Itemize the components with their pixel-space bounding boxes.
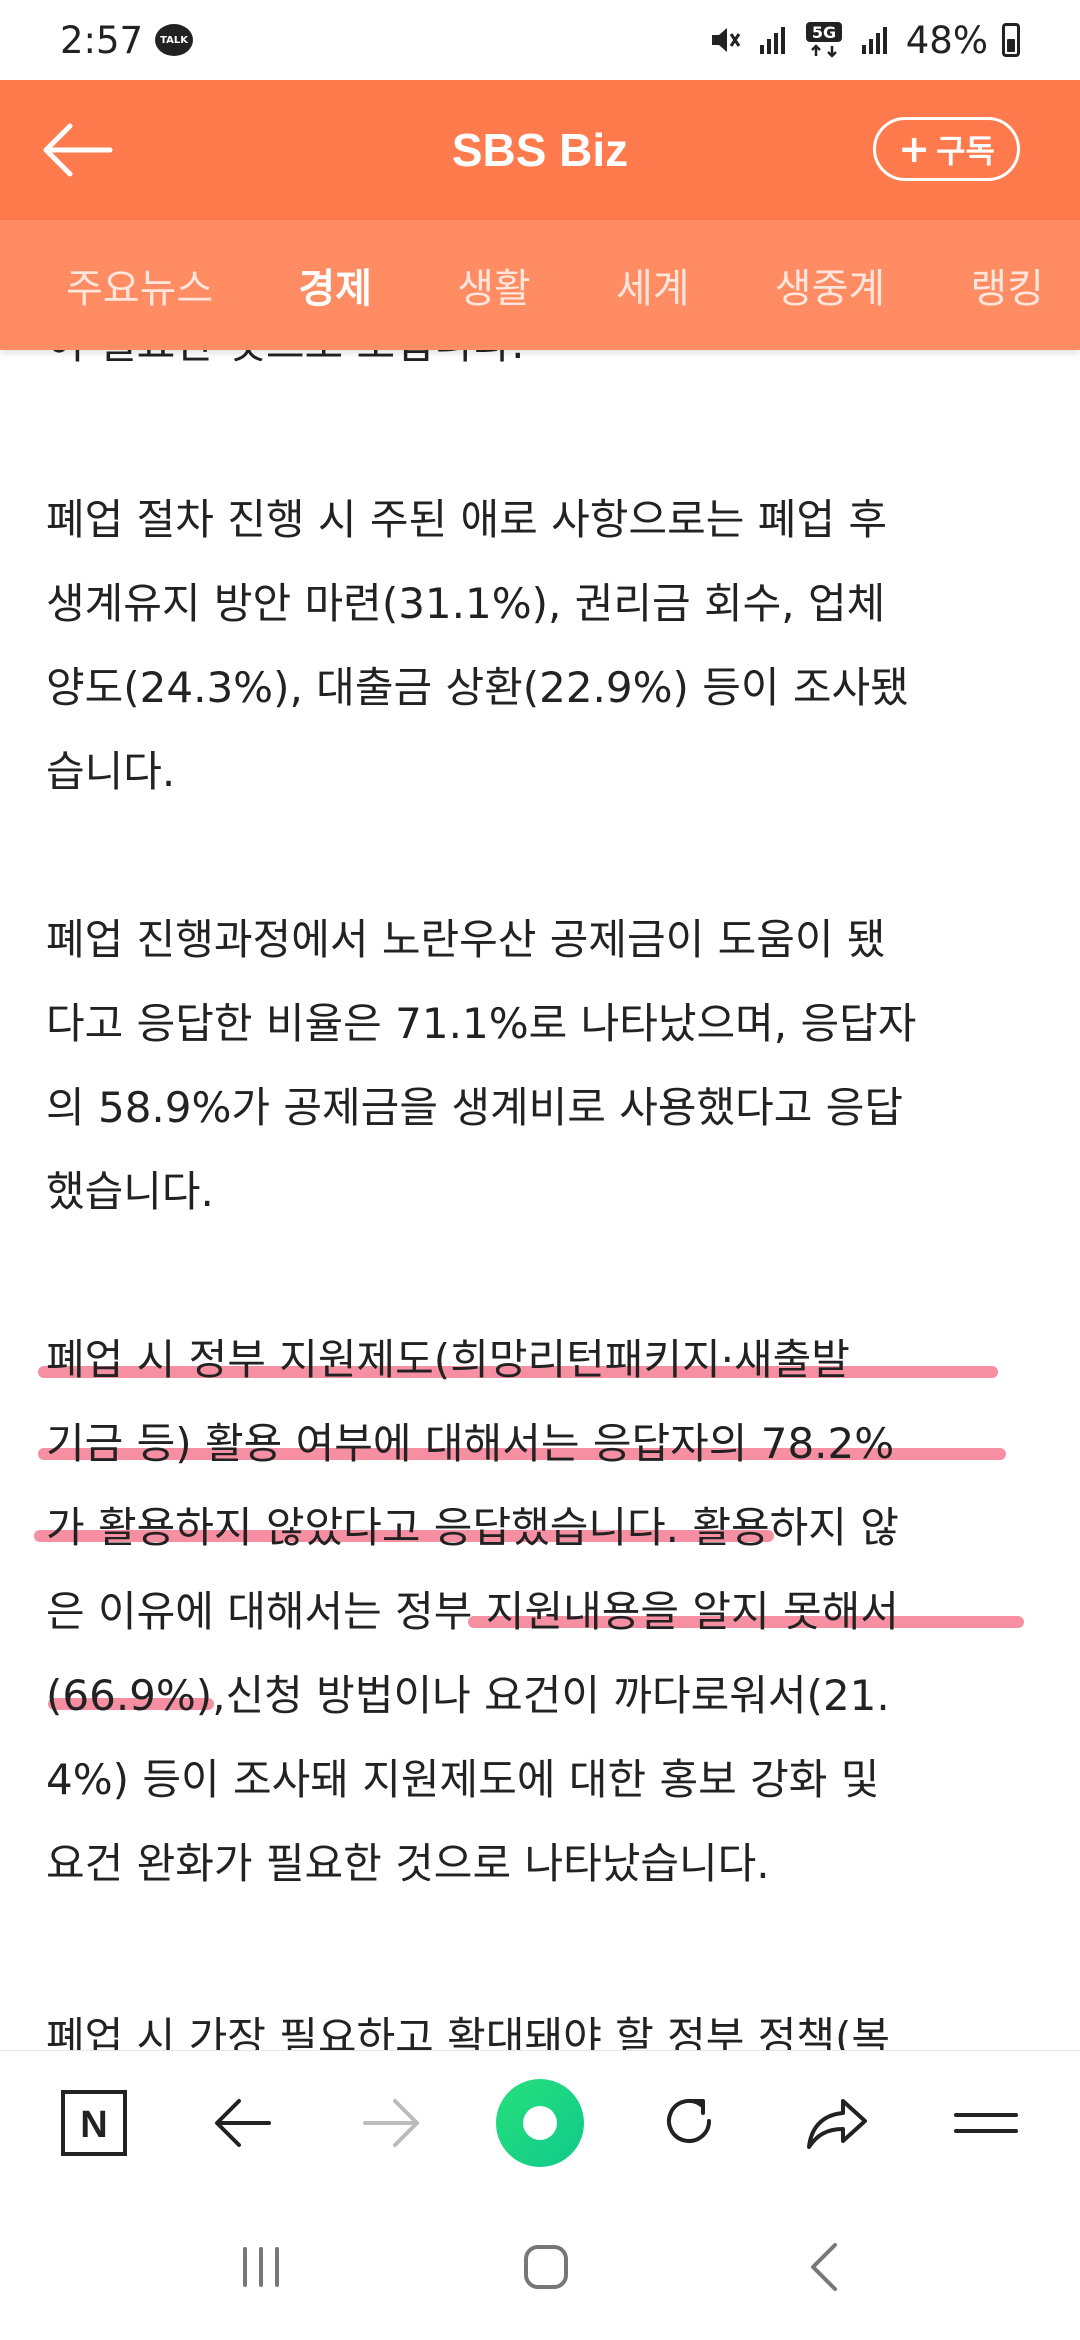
app-header: SBS Biz + 구독 [0, 80, 1080, 220]
article-line: 의 58.9%가 공제금을 생계비로 사용했다고 응답 [46, 1083, 904, 1132]
article-line: 폐업 시 정부 지원제도(희망리턴패키지·새출발 [46, 1335, 850, 1384]
article-line: 폐업 시 가장 필요하고 확대돼야 할 정부 정책(복 [46, 2013, 891, 2050]
system-back-icon[interactable] [805, 2239, 845, 2295]
5g-network-icon: 5G [805, 22, 842, 58]
kakaotalk-notification-icon: TALK [155, 24, 194, 56]
status-time: 2:57 [60, 18, 144, 62]
refresh-icon [666, 2098, 711, 2143]
battery-icon [1002, 23, 1020, 57]
battery-percent: 48% [905, 18, 988, 62]
arrow-right-icon [363, 2098, 420, 2147]
subscribe-button[interactable]: + 구독 [873, 117, 1020, 181]
page-title: SBS Biz [451, 124, 629, 176]
article-line: (66.9%),신청 방법이나 요건이 까다로워서(21. [46, 1671, 890, 1720]
article-line: 폐업 절차 진행 시 주된 애로 사항으로는 폐업 후 [46, 495, 887, 544]
share-button[interactable] [789, 2075, 885, 2171]
tab-life[interactable]: 생활 [457, 256, 531, 314]
tab-live[interactable]: 생중계 [775, 256, 885, 314]
article-cut-top-line: 이 필요한 것으로 보입니다. [46, 350, 1036, 386]
signal-icon [759, 27, 785, 54]
article-paragraph-2: 폐업 진행과정에서 노란우산 공제금이 도움이 됐 다고 응답한 비율은 71.… [46, 898, 1036, 1234]
mute-icon [711, 28, 740, 52]
article-line: 양도(24.3%), 대출금 상환(22.9%) 등이 조사됐 [46, 663, 909, 712]
article-line: 가 활용하지 않았다고 응답했습니다. 활용하지 않 [46, 1503, 899, 1552]
subscribe-label: 구독 [936, 132, 995, 170]
article-line: 이 필요한 것으로 보입니다. [46, 350, 1036, 386]
tab-ranking[interactable]: 랭킹 [970, 256, 1044, 314]
arrow-left-icon [214, 2098, 271, 2147]
status-bar: 2:57 TALK 5G 48% [0, 0, 1080, 80]
network-badge: 5G [812, 23, 836, 42]
tab-world[interactable]: 세계 [616, 256, 690, 314]
article-paragraph-1: 폐업 절차 진행 시 주된 애로 사항으로는 폐업 후 생계유지 방안 마련(3… [46, 478, 1036, 814]
svg-text:N: N [81, 2104, 108, 2146]
article-line: 했습니다. [46, 1167, 214, 1216]
share-icon [807, 2098, 868, 2149]
browser-toolbar: N [0, 2050, 1080, 2194]
green-dot-icon [495, 2078, 584, 2167]
article-body: 이 필요한 것으로 보입니다. 폐업 절차 진행 시 주된 애로 사항으로는 폐… [0, 350, 1080, 2050]
browser-back-button[interactable] [195, 2075, 291, 2171]
article-line: 4%) 등이 조사돼 지원제도에 대한 홍보 강화 및 [46, 1755, 880, 1804]
naver-n-icon: N [61, 2089, 128, 2156]
system-nav-bar [0, 2194, 1080, 2340]
article-line: 생계유지 방안 마련(31.1%), 권리금 회수, 업체 [46, 579, 886, 628]
recent-apps-icon[interactable] [235, 2241, 287, 2293]
hamburger-menu-icon [953, 2112, 1018, 2133]
status-icons: 5G 48% [708, 19, 1020, 62]
signal-icon-2 [861, 27, 887, 54]
home-icon[interactable] [518, 2239, 574, 2295]
tab-economy[interactable]: 경제 [298, 256, 372, 314]
browser-forward-button[interactable] [343, 2075, 439, 2171]
screen: 2:57 TALK 5G 48% SBS Biz + 구독 주요뉴스 경제 생활… [0, 0, 1080, 2340]
article-line: 요건 완화가 필요한 것으로 나타났습니다. [46, 1839, 770, 1888]
back-arrow-icon[interactable] [38, 118, 118, 182]
tab-main-news[interactable]: 주요뉴스 [66, 256, 213, 314]
article-paragraph-3: 폐업 시 정부 지원제도(희망리턴패키지·새출발 기금 등) 활용 여부에 대해… [46, 1318, 1036, 1906]
refresh-button[interactable] [641, 2075, 737, 2171]
menu-button[interactable] [938, 2075, 1034, 2171]
article-line: 습니다. [46, 747, 176, 796]
article-line: 은 이유에 대해서는 정부 지원내용을 알지 못해서 [46, 1587, 899, 1636]
naver-home-button[interactable]: N [46, 2075, 142, 2171]
article-line: 기금 등) 활용 여부에 대해서는 응답자의 78.2% [46, 1419, 895, 1468]
green-dot-center [522, 2105, 557, 2140]
green-dot-button[interactable] [492, 2075, 588, 2171]
article-line: 다고 응답한 비율은 71.1%로 나타났으며, 응답자 [46, 999, 917, 1048]
plus-icon: + [898, 127, 931, 171]
article-line: 폐업 진행과정에서 노란우산 공제금이 도움이 됐 [46, 915, 886, 964]
article-cut-bottom-line: 폐업 시 가장 필요하고 확대돼야 할 정부 정책(복 [46, 1996, 1036, 2050]
category-tabs: 주요뉴스 경제 생활 세계 생중계 랭킹 [0, 220, 1080, 350]
